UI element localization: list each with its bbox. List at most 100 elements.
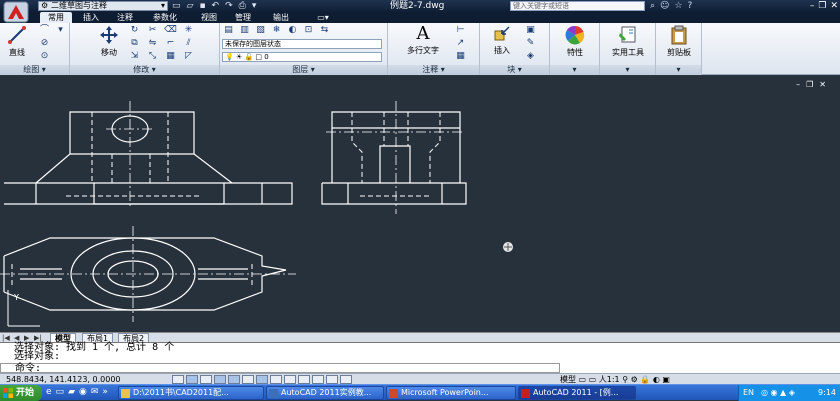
language-indicator[interactable]: EN (743, 385, 754, 401)
taskbar-item-autocad-tutorial[interactable]: AutoCAD 2011实例教... (266, 386, 384, 400)
dyn-toggle[interactable] (284, 375, 296, 384)
more-icon[interactable]: » (102, 387, 108, 397)
edit-block-icon[interactable]: ✎ (524, 38, 537, 49)
block-attribute-icon[interactable]: ◈ (524, 51, 537, 62)
close-icon[interactable]: ✕ (830, 0, 838, 12)
star-icon[interactable]: ☆ (674, 0, 682, 12)
otrack-toggle[interactable] (256, 375, 268, 384)
layer-states-icon[interactable]: ▥ (238, 25, 251, 36)
trim-icon[interactable]: ✂ (146, 25, 159, 36)
utilities-button[interactable]: 实用工具 (604, 25, 652, 58)
qat-menu-icon[interactable]: ▾ (252, 0, 257, 12)
annotation-visibility-icon[interactable]: ⚲ (622, 375, 628, 384)
create-block-icon[interactable]: ▣ (524, 25, 537, 36)
tray-icons[interactable]: ◎ ◉ ▲ ◈ (761, 385, 795, 401)
table-icon[interactable]: ▦ (454, 51, 467, 62)
taskbar-item-powerpoint[interactable]: Microsoft PowerPoin... (386, 386, 516, 400)
workspace-switcher[interactable]: ⚙ 二维草图与注释 ▾ (38, 1, 168, 11)
clean-screen-icon[interactable]: ▣ (662, 375, 670, 384)
selection-cycling-toggle[interactable] (340, 375, 352, 384)
utilities-dropdown[interactable]: ▾ (600, 65, 655, 75)
tab-manage[interactable]: 管理 (228, 12, 258, 23)
layer-state-select[interactable]: 未保存的图层状态 (222, 39, 382, 49)
panel-annotation-title[interactable]: 注释 ▾ (388, 65, 479, 75)
undo-icon[interactable]: ↶ (212, 0, 220, 12)
panel-block-title[interactable]: 块 ▾ (480, 65, 549, 75)
clipboard-dropdown[interactable]: ▾ (656, 65, 701, 75)
mirror-icon[interactable]: ⇋ (146, 38, 159, 49)
mail-icon[interactable]: ✉ (91, 387, 99, 397)
properties-button[interactable]: 特性 (554, 25, 596, 58)
osnap-toggle[interactable] (228, 375, 240, 384)
layer-off-icon[interactable]: ◐ (286, 25, 299, 36)
explode-icon[interactable]: ✳ (182, 25, 195, 36)
layer-properties-icon[interactable]: ▤ (222, 25, 235, 36)
print-icon[interactable]: ⎙ (239, 0, 246, 12)
ducs-toggle[interactable] (270, 375, 282, 384)
ie-icon[interactable]: e (46, 387, 52, 397)
annotation-scale[interactable]: 人1:1 (599, 375, 620, 384)
3d-osnap-toggle[interactable] (242, 375, 254, 384)
minimize-icon[interactable]: – (810, 0, 815, 12)
layout-icon[interactable]: ▭ ▭ (579, 375, 597, 384)
help-icon[interactable]: ? (688, 0, 693, 12)
ribbon-minimize-toggle[interactable]: ▭▾ (312, 12, 334, 23)
leader-icon[interactable]: ↗ (454, 38, 467, 49)
layer-isolate-icon[interactable]: ▧ (254, 25, 267, 36)
workspace-icon[interactable]: ⚙ (631, 375, 638, 384)
drawing-canvas[interactable]: – ❐ ✕ Y (0, 76, 840, 332)
panel-layers-title[interactable]: 图层 ▾ (220, 65, 387, 75)
ortho-toggle[interactable] (200, 375, 212, 384)
user-icon[interactable]: ☺ (660, 0, 669, 12)
arc-icon[interactable]: ⊙ (38, 51, 51, 62)
clipboard-button[interactable]: 剪贴板 (658, 25, 700, 58)
command-input[interactable]: 命令: (0, 363, 560, 374)
tab-home[interactable]: 常用 (40, 12, 72, 23)
application-button[interactable] (2, 0, 30, 24)
snap-toggle[interactable] (172, 375, 184, 384)
polar-toggle[interactable] (214, 375, 226, 384)
search-input[interactable]: 键入关键字或短语 (510, 1, 645, 11)
move-button[interactable]: 移动 (94, 25, 124, 58)
grid-toggle[interactable] (186, 375, 198, 384)
lock-ui-icon[interactable]: 🔒 (640, 375, 650, 384)
erase-icon[interactable]: ⌫ (164, 25, 177, 36)
layer-match-icon[interactable]: ⇆ (318, 25, 331, 36)
new-icon[interactable]: ▭ (172, 0, 181, 12)
copy-icon[interactable]: ⧉ (128, 38, 141, 49)
fillet-icon[interactable]: ⌐ (164, 38, 177, 49)
stretch-icon[interactable]: ⇲ (128, 51, 141, 62)
panel-modify-title[interactable]: 修改 ▾ (70, 65, 219, 75)
save-icon[interactable]: ▪ (199, 0, 205, 12)
quick-properties-toggle[interactable] (326, 375, 338, 384)
offset-icon[interactable]: ⫽ (182, 38, 195, 49)
lineweight-toggle[interactable] (298, 375, 310, 384)
rotate-icon[interactable]: ↻ (128, 25, 141, 36)
tab-insert[interactable]: 插入 (76, 12, 106, 23)
restore-icon[interactable]: ❐ (818, 0, 826, 12)
open-icon[interactable]: ▱ (187, 0, 194, 12)
line-button[interactable]: 直线 (2, 25, 32, 58)
polyline-icon[interactable]: ⌒ (38, 25, 51, 36)
scale-icon[interactable]: ⤡ (146, 51, 159, 62)
insert-button[interactable]: 插入 (486, 25, 518, 56)
isolate-icon[interactable]: ◐ (653, 375, 660, 384)
layer-freeze-icon[interactable]: ❄ (270, 25, 283, 36)
tab-output[interactable]: 输出 (266, 12, 296, 23)
taskbar-item-autocad[interactable]: AutoCAD 2011 - [例... (518, 386, 636, 400)
taskbar-item-explorer[interactable]: D:\2011书\CAD2011配... (118, 386, 264, 400)
layer-lock-icon[interactable]: ⊡ (302, 25, 315, 36)
folder-icon[interactable]: ▰ (68, 387, 75, 397)
panel-draw-title[interactable]: 绘图 ▾ (0, 65, 69, 75)
linear-dimension-icon[interactable]: ⊢ (454, 25, 467, 36)
transparency-toggle[interactable] (312, 375, 324, 384)
draw-more-icon[interactable]: ▾ (54, 25, 67, 36)
mtext-button[interactable]: A 多行文字 (400, 25, 446, 56)
search-icon[interactable]: ⌕ (650, 0, 655, 12)
media-icon[interactable]: ◉ (79, 387, 87, 397)
tab-annotate[interactable]: 注释 (110, 12, 140, 23)
array-icon[interactable]: ▦ (164, 51, 177, 62)
circle-icon[interactable]: ⊘ (38, 38, 51, 49)
chamfer-icon[interactable]: ◸ (182, 51, 195, 62)
redo-icon[interactable]: ↷ (225, 0, 233, 12)
